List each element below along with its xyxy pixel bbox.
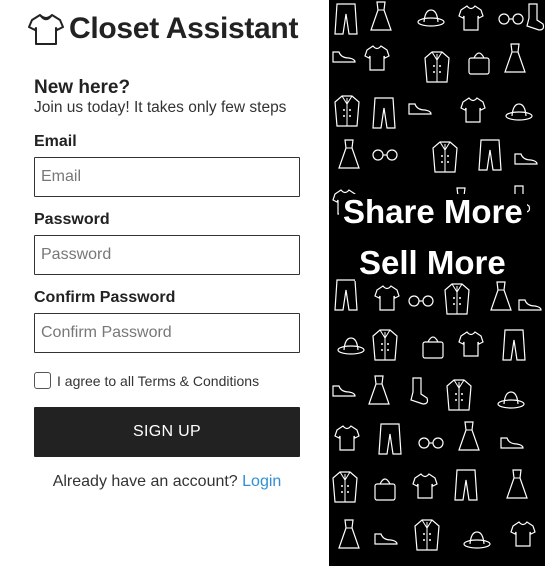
form-heading: New here? [34,77,131,98]
confirm-password-input[interactable] [34,313,300,353]
brand-name: Closet Assistant [69,12,299,45]
email-input[interactable] [34,157,300,197]
password-input[interactable] [34,235,300,275]
brand: Closet Assistant [28,12,298,46]
login-link[interactable]: Login [242,473,281,490]
form-subheading: Join us today! It takes only few steps [34,99,287,116]
tshirt-icon [28,14,64,45]
password-label: Password [34,211,110,228]
sign-up-button[interactable]: SIGN UP [34,407,300,457]
email-label: Email [34,133,77,150]
promo-line-sell: Sell More [355,245,510,281]
login-prompt: Already have an account? Login [0,473,334,491]
terms-checkbox[interactable] [34,372,51,389]
promo-text: Share More Sell More [329,0,545,566]
promo-line-share: Share More [339,194,527,230]
login-prompt-text: Already have an account? [52,473,238,490]
terms-agreement: I agree to all Terms & Conditions [34,372,259,389]
terms-label[interactable]: I agree to all Terms & Conditions [57,373,259,389]
promo-panel: Share More Sell More [329,0,545,566]
confirm-password-label: Confirm Password [34,289,176,306]
signup-panel: Closet Assistant New here? Join us today… [0,0,329,566]
